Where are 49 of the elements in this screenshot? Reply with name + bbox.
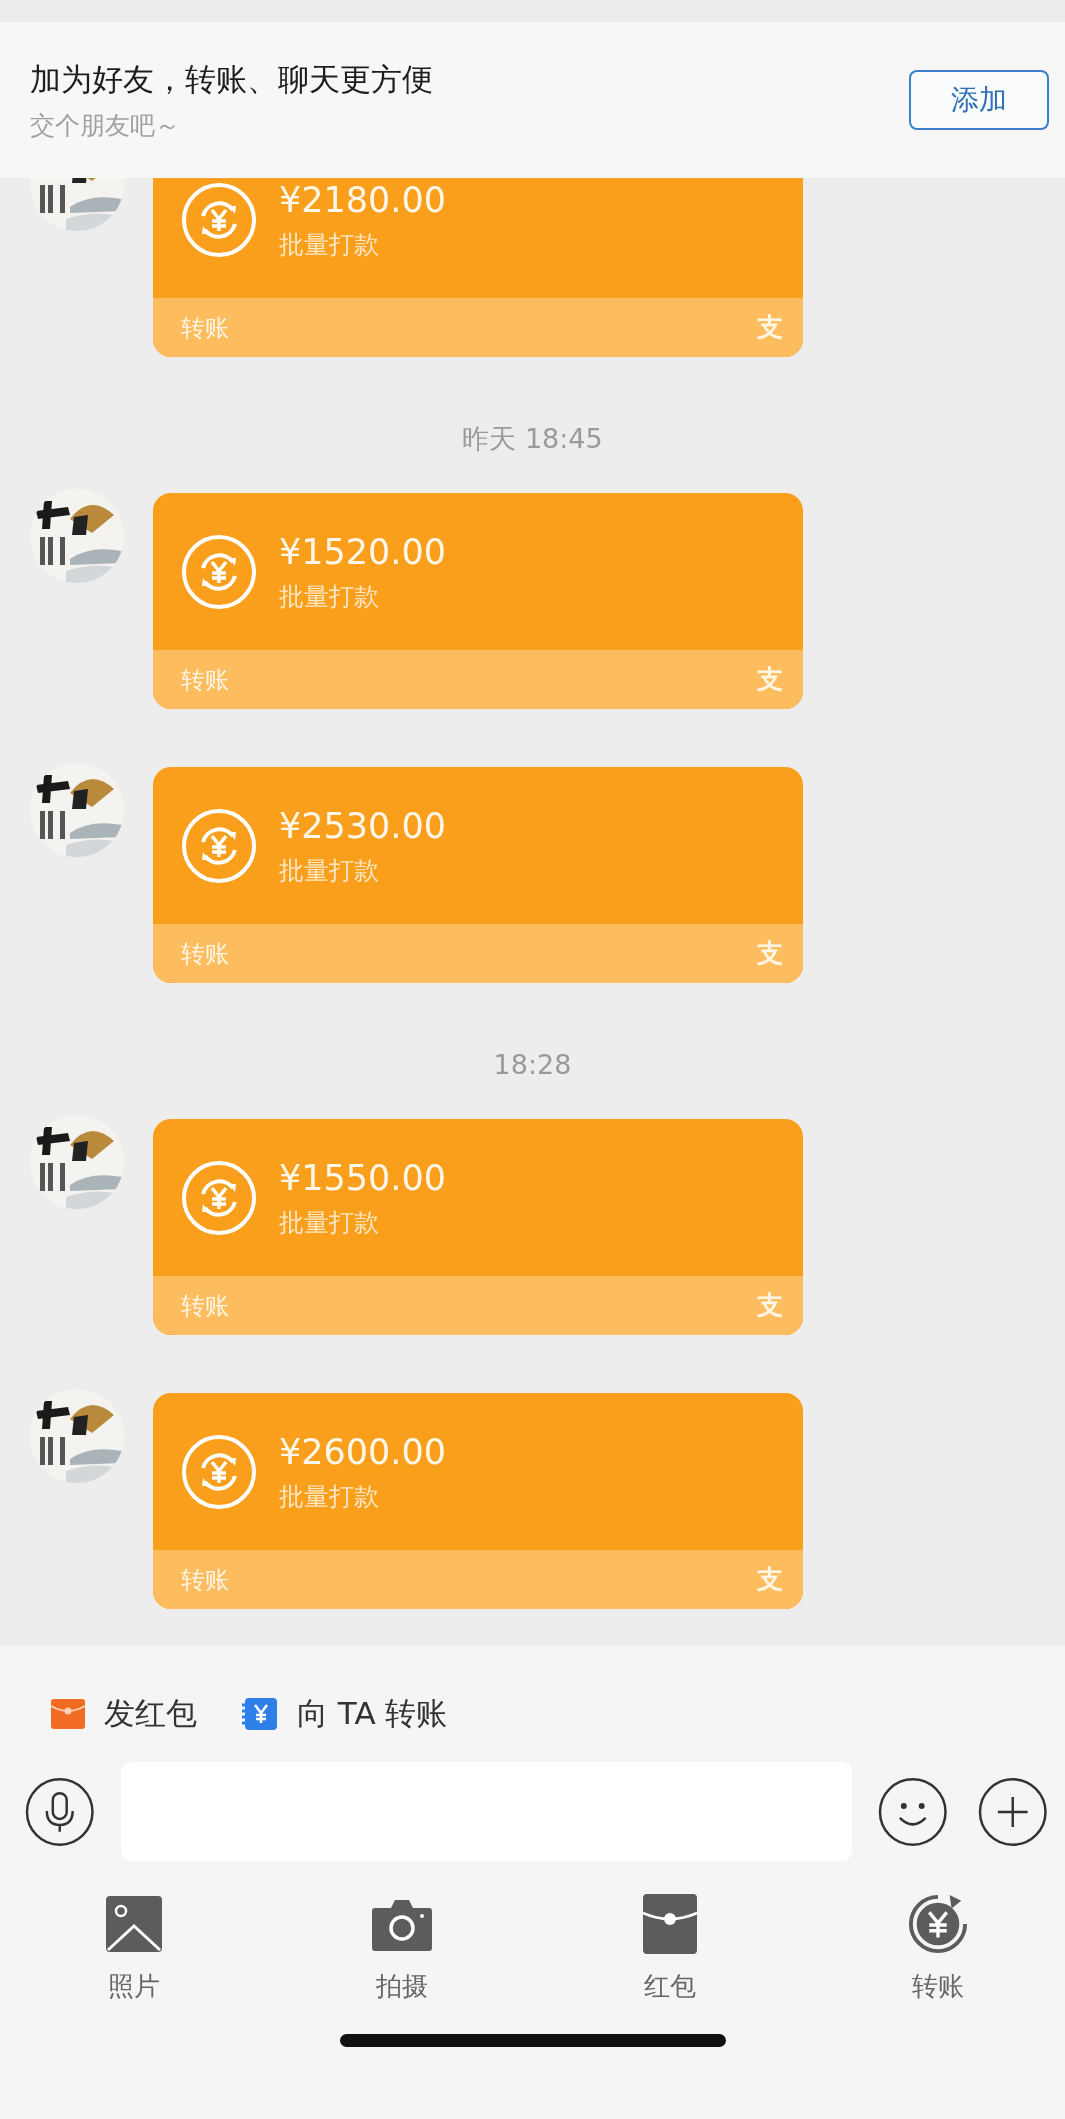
quick-action-link[interactable]: 向 TA 转账: [297, 1693, 448, 1735]
yuan-note-icon: [241, 1696, 279, 1732]
payment-logo: 支: [757, 937, 783, 970]
tool-label: 照片: [108, 1970, 160, 2003]
transfer-note: 批量打款: [279, 855, 380, 886]
tool-label: 红包: [644, 1970, 696, 2003]
transfer-label: 转账: [181, 664, 229, 696]
payment-logo: 支: [757, 1563, 783, 1596]
quick-action-link[interactable]: 发红包: [104, 1693, 197, 1735]
tool-label: 转账: [912, 1970, 964, 2003]
transfer-amount: ¥1550.00: [279, 1157, 446, 1198]
transfer-label: 转账: [181, 1564, 229, 1596]
transfer-label: 转账: [181, 312, 229, 344]
transfer-amount: ¥2600.00: [279, 1431, 446, 1472]
envelope-icon: [50, 1696, 86, 1732]
transfer-amount: ¥1520.00: [279, 531, 446, 572]
transfer-label: 转账: [181, 1290, 229, 1322]
banner-subtitle: 交个朋友吧～: [30, 109, 181, 142]
transfer-icon: [181, 807, 257, 884]
tool-label: 拍摄: [376, 1970, 428, 2003]
add-button[interactable]: 添加: [909, 70, 1049, 130]
transfer-card[interactable]: ¥2180.00 批量打款 转账 支: [153, 178, 803, 357]
transfer-icon: [181, 1433, 257, 1510]
transfer-icon: [181, 533, 257, 610]
transfer-amount: ¥2530.00: [279, 805, 446, 846]
timestamp: 昨天 18:45: [462, 424, 603, 454]
emoji-icon[interactable]: [878, 1776, 948, 1847]
payment-logo: 支: [757, 663, 783, 696]
transfer-card[interactable]: ¥2530.00 批量打款 转账 支: [153, 767, 803, 983]
yuan-transfer-icon[interactable]: [906, 1893, 970, 1955]
payment-logo: 支: [757, 311, 783, 344]
transfer-card[interactable]: ¥2600.00 批量打款 转账 支: [153, 1393, 803, 1609]
image-icon[interactable]: [104, 1893, 164, 1955]
timestamp: 18:28: [493, 1050, 572, 1080]
transfer-note: 批量打款: [279, 1207, 380, 1238]
transfer-icon: [181, 181, 257, 258]
transfer-note: 批量打款: [279, 581, 380, 612]
transfer-note: 批量打款: [279, 1481, 380, 1512]
envelope-icon[interactable]: [642, 1893, 698, 1955]
microphone-icon[interactable]: [25, 1776, 95, 1847]
banner-title: 加为好友，转账、聊天更方便: [30, 59, 433, 99]
transfer-label: 转账: [181, 938, 229, 970]
plus-icon[interactable]: [977, 1776, 1047, 1847]
transfer-card[interactable]: ¥1550.00 批量打款 转账 支: [153, 1119, 803, 1335]
transfer-amount: ¥2180.00: [279, 179, 446, 220]
transfer-icon: [181, 1159, 257, 1236]
transfer-note: 批量打款: [279, 229, 380, 260]
transfer-card[interactable]: ¥1520.00 批量打款 转账 支: [153, 493, 803, 709]
payment-logo: 支: [757, 1289, 783, 1322]
